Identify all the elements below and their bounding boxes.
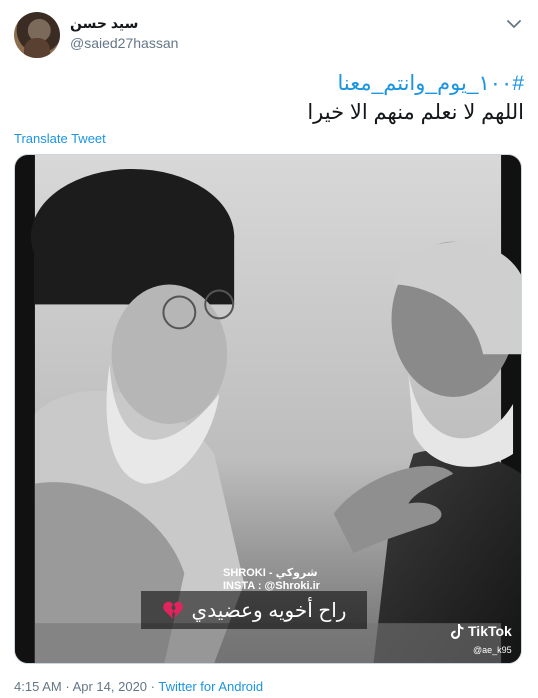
video-media[interactable]: SHROKI - شروكي INSTA : @Shroki.ir راح أخ… (14, 154, 522, 664)
tiktok-handle: @ae_k95 (473, 645, 512, 655)
watermark-label: SHROKI - شروكي INSTA : @Shroki.ir (223, 567, 320, 593)
caption-text: راح أخويه وعضيدي (191, 599, 347, 622)
user-handle[interactable]: @saied27hassan (70, 35, 178, 51)
tiktok-logo: TikTok (451, 623, 512, 639)
tiktok-icon (451, 623, 464, 639)
avatar[interactable] (14, 12, 60, 58)
video-caption: راح أخويه وعضيدي (141, 591, 367, 629)
display-name[interactable]: سيد حسن (70, 15, 138, 32)
chevron-down-icon[interactable] (504, 14, 524, 34)
meta-separator: · (150, 679, 155, 694)
tweet-time[interactable]: 4:15 AM (14, 679, 62, 694)
watermark-line-1: SHROKI - شروكي (223, 567, 318, 579)
tweet-card: سيد حسن @saied27hassan #١٠٠_يوم_وانتم_مع… (0, 0, 538, 698)
translate-tweet-link[interactable]: Translate Tweet (14, 131, 106, 146)
meta-separator: · (65, 679, 70, 694)
tweet-meta: 4:15 AM · Apr 14, 2020 · Twitter for And… (14, 679, 263, 694)
tiktok-brand: TikTok (468, 623, 512, 639)
tweet-body: اللهم لا نعلم منهم الا خيرا (307, 101, 524, 124)
broken-heart-icon (162, 601, 183, 620)
tweet-date[interactable]: Apr 14, 2020 (73, 679, 147, 694)
hashtag-link[interactable]: #١٠٠_يوم_وانتم_معنا (14, 70, 524, 98)
tweet-header: سيد حسن @saied27hassan (14, 12, 524, 60)
tweet-text: #١٠٠_يوم_وانتم_معنا اللهم لا نعلم منهم ا… (14, 70, 524, 128)
tweet-source-link[interactable]: Twitter for Android (158, 679, 263, 694)
